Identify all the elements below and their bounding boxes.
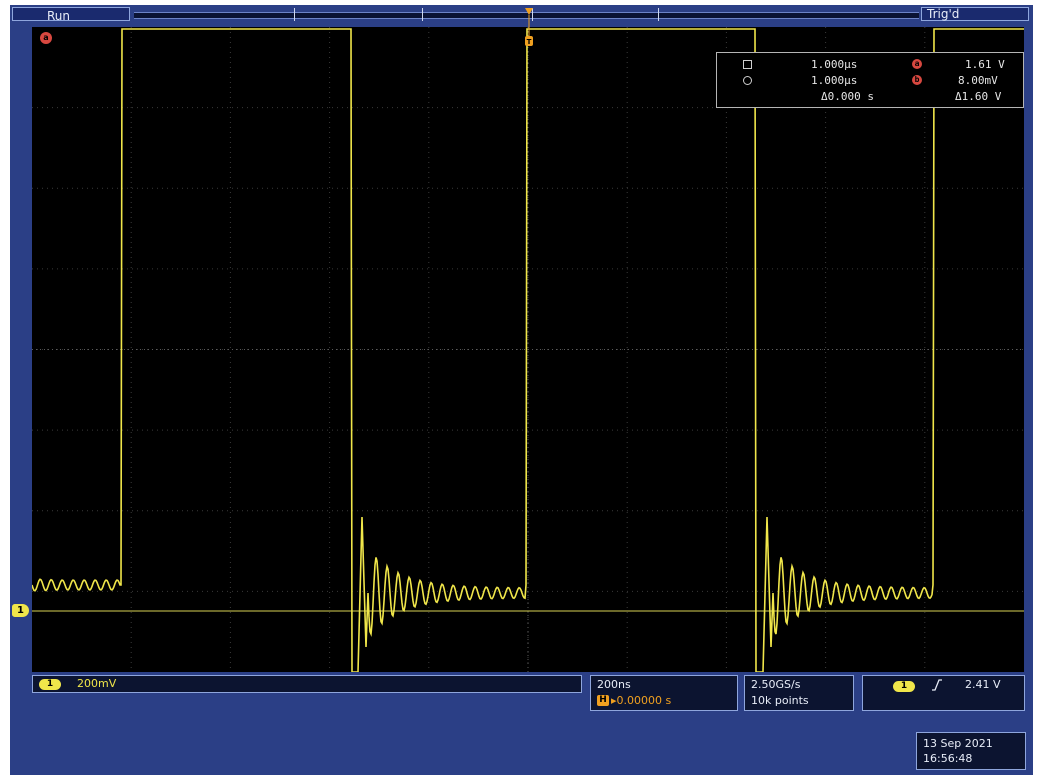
horizontal-position-icon: H [597, 695, 609, 706]
trigger-level: 2.41 V [965, 678, 1001, 691]
channel1-ground-marker[interactable]: 1 [12, 604, 29, 617]
channel1-scale: 200mV [77, 677, 117, 690]
date: 13 Sep 2021 [923, 737, 993, 750]
record-length: 10k points [751, 694, 809, 707]
waveform-graticule[interactable] [32, 27, 1024, 672]
horizontal-readout[interactable]: 200ns H ▸0.00000 s [590, 675, 738, 711]
cursor-marker-icon[interactable]: a [40, 32, 52, 44]
acquisition-readout[interactable]: 2.50GS/s 10k points [744, 675, 854, 711]
oscilloscope-screen: Run Trig'd a T 1 1.000µs 1.000µs Δ0.000 … [10, 5, 1033, 775]
channel1-scale-readout[interactable]: 1 200mV [32, 675, 582, 693]
acquisition-status-box: Run [12, 7, 130, 23]
record-tick [294, 8, 295, 21]
svg-text:T: T [527, 38, 532, 46]
cursor-readout-panel: 1.000µs 1.000µs Δ0.000 s a b 1.61 V 8.00… [716, 52, 1024, 108]
horizontal-position: ▸0.00000 s [611, 694, 672, 707]
cursor-a-time: 1.000µs [811, 58, 858, 71]
channel1-waveform [32, 28, 1024, 672]
rising-edge-icon [931, 679, 943, 693]
trigger-readout[interactable]: 1 2.41 V [862, 675, 1025, 711]
time: 16:56:48 [923, 752, 973, 765]
record-tick [658, 8, 659, 21]
run-status: Run [47, 9, 71, 23]
channel1-badge: 1 [39, 679, 61, 690]
circle-cursor-icon [743, 76, 752, 85]
cursor-a-marker-icon: a [912, 59, 922, 69]
trigger-status-box: Trig'd [921, 7, 1029, 21]
cursor-b-marker-icon: b [912, 75, 922, 85]
waveform-trace [32, 28, 1024, 672]
date-time-readout: 13 Sep 2021 16:56:48 [916, 732, 1026, 770]
square-cursor-icon [743, 60, 752, 69]
trigger-source-badge: 1 [893, 681, 915, 692]
cursor-b-voltage: 8.00mV [958, 74, 998, 87]
trigger-status: Trig'd [927, 7, 960, 21]
sample-rate: 2.50GS/s [751, 678, 801, 691]
cursor-delta-voltage: Δ1.60 V [955, 90, 1002, 103]
cursor-delta-time: Δ0.000 s [821, 90, 874, 103]
time-per-division: 200ns [597, 678, 631, 691]
cursor-a-voltage: 1.61 V [965, 58, 1005, 71]
status-bar: Run Trig'd [10, 5, 1033, 23]
trigger-position-icon[interactable]: T [524, 8, 534, 48]
cursor-b-time: 1.000µs [811, 74, 858, 87]
record-tick [422, 8, 423, 21]
